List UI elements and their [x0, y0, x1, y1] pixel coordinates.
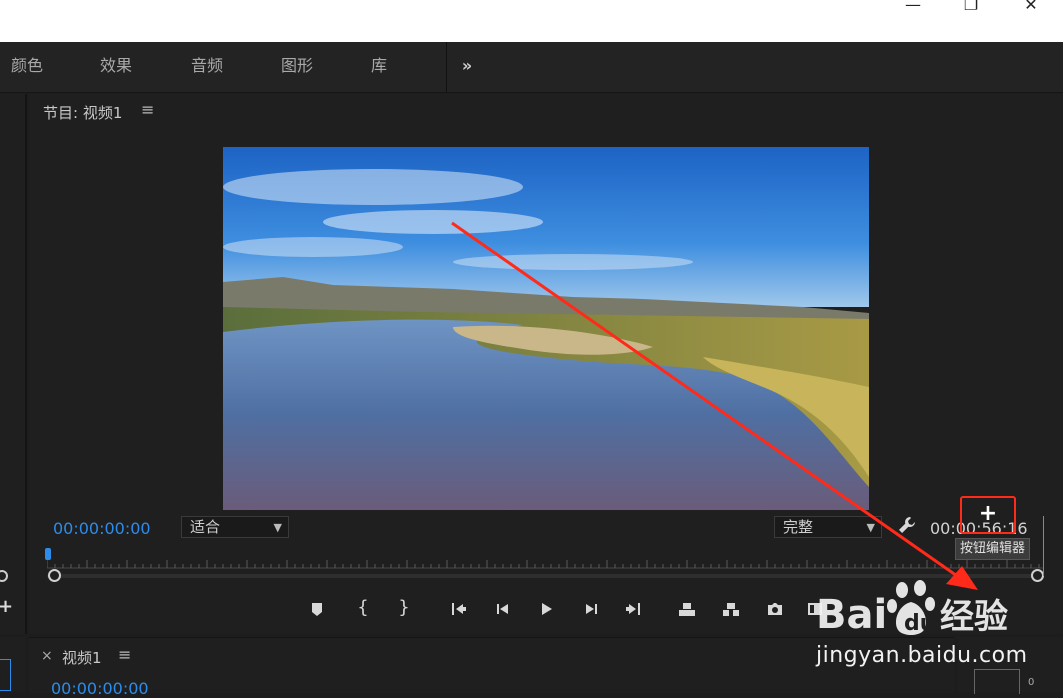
svg-text:Bai: Bai — [816, 592, 887, 638]
button-editor-button[interactable]: + — [960, 496, 1016, 534]
go-to-out-icon — [626, 602, 640, 615]
more-tabs-button[interactable]: » — [446, 42, 487, 92]
minimize-button[interactable]: — — [890, 0, 936, 13]
left-panel-edge: + — [0, 94, 27, 634]
timeline-title[interactable]: 视频1 — [62, 647, 102, 668]
left-bottom-strip — [0, 637, 25, 692]
play-icon — [542, 602, 552, 615]
in-point-handle[interactable] — [48, 569, 61, 582]
tab-graphics[interactable]: 图形 — [281, 42, 313, 92]
lift-button[interactable] — [671, 594, 703, 622]
step-back-icon — [497, 603, 508, 614]
current-timecode[interactable]: 00:00:00:00 — [53, 519, 151, 538]
watermark-url: jingyan.baidu.com — [816, 643, 1028, 668]
wrench-icon[interactable] — [897, 515, 917, 539]
go-to-out-button[interactable] — [617, 594, 649, 622]
playhead[interactable] — [45, 548, 51, 560]
lift-icon — [679, 602, 695, 616]
svg-text:经验: 经验 — [940, 597, 1008, 637]
zoom-select[interactable]: 适合 ▼ — [181, 516, 289, 538]
chevron-down-icon: ▼ — [866, 521, 875, 534]
video-frame-image — [223, 147, 869, 510]
tab-effects[interactable]: 效果 — [100, 42, 132, 92]
plus-icon: + — [978, 501, 998, 526]
monitor-menu-icon[interactable]: ≡ — [141, 100, 154, 119]
monitor-title: 节目: 视频1 — [43, 104, 123, 122]
step-forward-icon — [586, 603, 597, 614]
step-back-button[interactable] — [487, 594, 519, 622]
meter-scale-label: 0 — [1028, 677, 1035, 688]
tab-libraries[interactable]: 库 — [371, 42, 387, 92]
maximize-button[interactable]: ❐ — [948, 0, 994, 13]
time-ruler[interactable] — [45, 548, 1043, 569]
mark-out-icon: } — [398, 597, 410, 618]
timeline-timecode[interactable]: 00:00:00:00 — [51, 679, 149, 698]
window-title-bar: — ❐ ✕ — [0, 0, 1063, 42]
quality-select-value: 完整 — [783, 518, 814, 536]
play-button[interactable] — [530, 594, 562, 622]
meter-box — [974, 669, 1020, 694]
program-monitor-panel: 节目: 视频1 ≡ 00:00:00:00 适合 ▼ 完整 ▼ 00:00:56… — [29, 94, 1063, 634]
export-frame-button[interactable] — [759, 594, 791, 622]
left-add-icon[interactable]: + — [0, 596, 13, 617]
timeline-menu-icon[interactable]: ≡ — [118, 645, 131, 664]
chevron-down-icon: ▼ — [273, 521, 282, 534]
mark-out-button[interactable]: } — [388, 594, 420, 622]
go-to-in-icon — [452, 602, 466, 615]
add-marker-button[interactable] — [301, 594, 333, 622]
step-forward-button[interactable] — [575, 594, 607, 622]
camera-icon — [768, 602, 782, 615]
extract-icon — [723, 602, 739, 616]
timeline-close-icon[interactable]: × — [41, 648, 53, 664]
close-button[interactable]: ✕ — [1008, 0, 1054, 13]
quality-select[interactable]: 完整 ▼ — [774, 516, 882, 538]
go-to-in-button[interactable] — [443, 594, 475, 622]
end-marker-line — [1043, 516, 1044, 576]
extract-button[interactable] — [715, 594, 747, 622]
video-preview[interactable] — [223, 147, 869, 510]
workspace-tabs-bar: 颜色 效果 音频 图形 库 » — [0, 42, 1063, 93]
left-scrub-knob[interactable] — [0, 570, 8, 582]
zoom-select-value: 适合 — [190, 518, 221, 536]
svg-text:du: du — [904, 611, 935, 636]
tab-audio[interactable]: 音频 — [191, 42, 223, 92]
left-bottom-tool[interactable] — [0, 659, 11, 691]
scrub-bar[interactable] — [47, 569, 1044, 582]
button-editor-tooltip: 按钮编辑器 — [955, 538, 1031, 560]
tab-color[interactable]: 颜色 — [11, 42, 43, 92]
mark-in-icon: { — [357, 597, 369, 618]
mark-in-button[interactable]: { — [347, 594, 379, 622]
marker-icon — [312, 602, 322, 616]
